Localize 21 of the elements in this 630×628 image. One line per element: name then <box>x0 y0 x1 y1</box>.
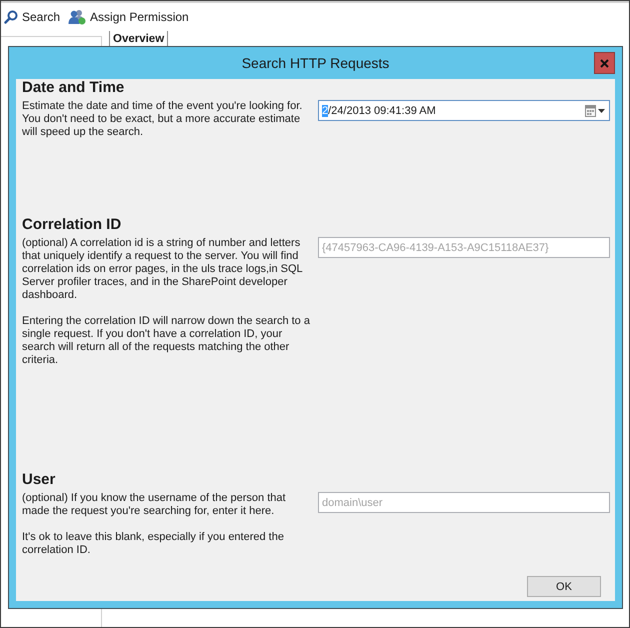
search-button[interactable]: Search <box>4 10 60 24</box>
input-field[interactable]: domain\user <box>318 492 610 513</box>
window-title: Search HTTP Requests <box>242 55 390 71</box>
section-heading: Correlation ID <box>22 216 122 234</box>
description-text: Entering the correlation ID will narrow down the search to a single request. If you don't have a correlation ID, your search will return all of the requests matching the other criteria. <box>22 315 311 367</box>
assign-permission-button[interactable]: Assign Permission <box>68 9 189 25</box>
section-heading: Date and Time <box>22 79 124 97</box>
date-time-value: 2/24/2013 09:41:39 AM <box>322 104 437 116</box>
description-text: Estimate the date and time of the event you're looking for. You don't need to be exact, but a more accurate estimate will speed up the search. <box>22 100 304 139</box>
description-text: (optional) If you know the username of the person that made the request you're searching for, enter it here. <box>22 492 287 518</box>
date-time-picker[interactable]: 2/24/2013 09:41:39 AM <box>318 100 610 121</box>
close-button[interactable] <box>594 52 615 74</box>
caret-icon[interactable] <box>598 108 605 112</box>
input-field[interactable]: {47457963-CA96-4139-A153-A9C15118AE37} <box>318 237 610 258</box>
close-icon <box>600 58 609 68</box>
ok-button[interactable]: OK <box>527 576 601 597</box>
section-heading: User <box>22 471 56 489</box>
description-text: It's ok to leave this blank, especially if you entered the correlation ID. <box>22 531 285 557</box>
description-text: (optional) A correlation id is a string of number and letters that uniquely identify a request to the server. You will find correlation ids on error pages, in the uls trace logs,in SQL Server profiler traces, and in the SharePoint developer dashboard. <box>22 237 304 302</box>
users-icon <box>68 9 86 25</box>
search-icon <box>4 10 18 24</box>
